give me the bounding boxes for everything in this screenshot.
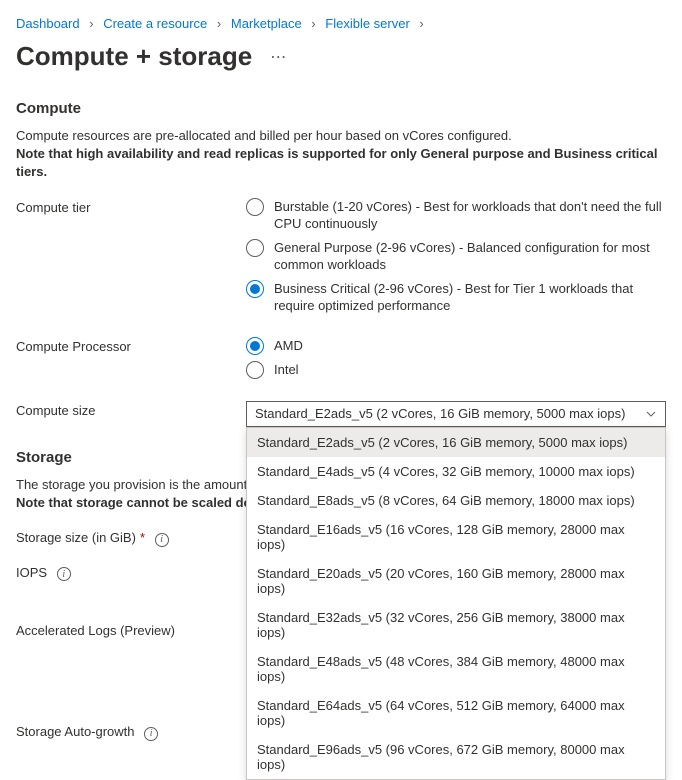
compute-tier-label: Compute tier bbox=[16, 198, 246, 215]
compute-size-selected-value: Standard_E2ads_v5 (2 vCores, 16 GiB memo… bbox=[255, 406, 625, 421]
processor-amd-radio[interactable]: AMD bbox=[246, 337, 666, 355]
compute-processor-label: Compute Processor bbox=[16, 337, 246, 354]
size-option[interactable]: Standard_E48ads_v5 (48 vCores, 384 GiB m… bbox=[247, 647, 665, 691]
iops-label: IOPS i bbox=[16, 563, 246, 582]
page-title: Compute + storage bbox=[16, 41, 252, 72]
storage-size-label: Storage size (in GiB)* i bbox=[16, 528, 246, 547]
tier-general-purpose-radio[interactable]: General Purpose (2-96 vCores) - Balanced… bbox=[246, 239, 666, 274]
section-compute-heading: Compute bbox=[16, 100, 666, 117]
radio-icon bbox=[246, 361, 264, 379]
compute-size-label: Compute size bbox=[16, 401, 246, 418]
tier-burstable-radio[interactable]: Burstable (1-20 vCores) - Best for workl… bbox=[246, 198, 666, 233]
radio-icon bbox=[246, 239, 264, 257]
chevron-right-icon: › bbox=[89, 16, 93, 31]
size-option[interactable]: Standard_E20ads_v5 (20 vCores, 160 GiB m… bbox=[247, 559, 665, 603]
accelerated-logs-label: Accelerated Logs (Preview) bbox=[16, 621, 246, 638]
chevron-right-icon: › bbox=[217, 16, 221, 31]
tier-general-purpose-label: General Purpose (2-96 vCores) - Balanced… bbox=[274, 239, 666, 274]
processor-intel-radio[interactable]: Intel bbox=[246, 361, 666, 379]
chevron-right-icon: › bbox=[311, 16, 315, 31]
breadcrumb-marketplace[interactable]: Marketplace bbox=[231, 16, 302, 31]
compute-size-select[interactable]: Standard_E2ads_v5 (2 vCores, 16 GiB memo… bbox=[246, 401, 666, 427]
info-icon[interactable]: i bbox=[57, 567, 71, 581]
storage-autogrowth-label: Storage Auto-growth i bbox=[16, 722, 246, 741]
size-option[interactable]: Standard_E2ads_v5 (2 vCores, 16 GiB memo… bbox=[247, 428, 665, 457]
chevron-right-icon: › bbox=[419, 16, 423, 31]
breadcrumb: Dashboard › Create a resource › Marketpl… bbox=[16, 16, 666, 31]
breadcrumb-flexible-server[interactable]: Flexible server bbox=[325, 16, 410, 31]
compute-size-dropdown: Standard_E2ads_v5 (2 vCores, 16 GiB memo… bbox=[246, 427, 666, 780]
required-marker: * bbox=[140, 530, 145, 545]
size-option[interactable]: Standard_E4ads_v5 (4 vCores, 32 GiB memo… bbox=[247, 457, 665, 486]
tier-business-critical-radio[interactable]: Business Critical (2-96 vCores) - Best f… bbox=[246, 280, 666, 315]
info-icon[interactable]: i bbox=[144, 727, 158, 741]
more-actions-icon[interactable]: ⋯ bbox=[270, 47, 288, 67]
size-option[interactable]: Standard_E32ads_v5 (32 vCores, 256 GiB m… bbox=[247, 603, 665, 647]
radio-icon bbox=[246, 198, 264, 216]
breadcrumb-dashboard[interactable]: Dashboard bbox=[16, 16, 80, 31]
size-option[interactable]: Standard_E16ads_v5 (16 vCores, 128 GiB m… bbox=[247, 515, 665, 559]
processor-amd-label: AMD bbox=[274, 337, 303, 355]
radio-checked-icon bbox=[246, 280, 264, 298]
tier-burstable-label: Burstable (1-20 vCores) - Best for workl… bbox=[274, 198, 666, 233]
info-icon[interactable]: i bbox=[155, 533, 169, 547]
radio-checked-icon bbox=[246, 337, 264, 355]
processor-intel-label: Intel bbox=[274, 361, 299, 379]
tier-business-critical-label: Business Critical (2-96 vCores) - Best f… bbox=[274, 280, 666, 315]
size-option[interactable]: Standard_E96ads_v5 (96 vCores, 672 GiB m… bbox=[247, 735, 665, 779]
chevron-down-icon bbox=[645, 408, 657, 420]
compute-desc-2: Note that high availability and read rep… bbox=[16, 145, 666, 181]
breadcrumb-create-resource[interactable]: Create a resource bbox=[103, 16, 207, 31]
compute-desc-1: Compute resources are pre-allocated and … bbox=[16, 127, 666, 145]
size-option[interactable]: Standard_E64ads_v5 (64 vCores, 512 GiB m… bbox=[247, 691, 665, 735]
size-option[interactable]: Standard_E8ads_v5 (8 vCores, 64 GiB memo… bbox=[247, 486, 665, 515]
